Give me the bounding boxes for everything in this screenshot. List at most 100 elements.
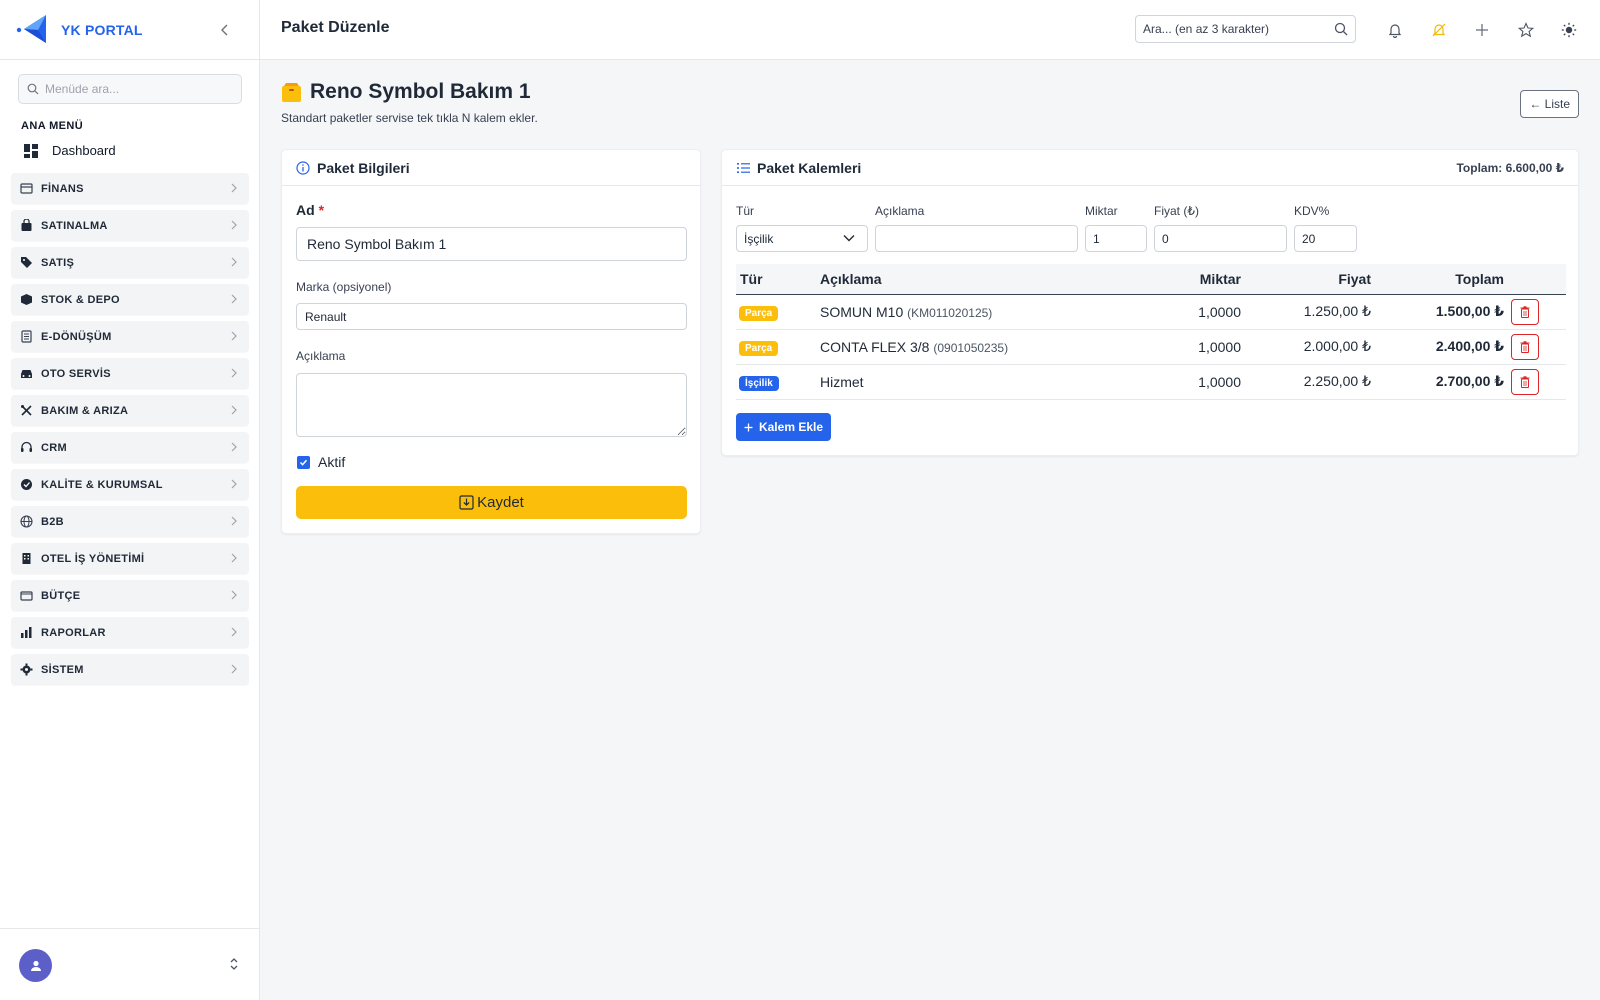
notifications-button[interactable] [1385,20,1405,40]
sidebar-item-label: KALİTE & KURUMSAL [41,478,163,491]
mute-notifications-button[interactable] [1429,20,1449,40]
column-header-total: Toplam [1371,264,1504,295]
bar-chart-icon [20,626,33,639]
sidebar-item-kalite-kurumsal[interactable]: KALİTE & KURUMSAL [11,469,249,500]
box-icon [20,293,33,306]
sidebar-item-sistem[interactable]: SİSTEM [11,654,249,685]
active-checkbox-row: Aktif [297,454,345,470]
chevron-right-icon [231,479,237,489]
card-header: Paket Bilgileri [282,150,700,186]
favorites-button[interactable] [1516,20,1536,40]
required-mark: * [318,202,325,218]
brand-label: Marka (opsiyonel) [296,280,392,294]
sidebar-item-bakim-ariza[interactable]: BAKIM & ARIZA [11,395,249,426]
save-button[interactable]: Kaydet [296,486,687,519]
search-icon[interactable] [1334,22,1348,36]
sidebar-menu: FİNANS SATINALMA SATIŞ STOK & DEPO E-DÖN… [11,173,249,691]
trash-icon [1520,305,1530,318]
vat-input[interactable] [1294,225,1357,252]
price-label: Fiyat (₺) [1154,204,1199,218]
sidebar-footer [0,928,259,1000]
sidebar-item-label: BÜTÇE [41,589,81,602]
gear-icon [20,663,33,676]
price-input[interactable] [1154,225,1287,252]
global-search-input[interactable] [1143,22,1323,36]
sidebar-item-stok-depo[interactable]: STOK & DEPO [11,284,249,315]
table-row: İşçilik Hizmet 1,0000 2.250,00 ₺ 2.700,0… [736,364,1566,400]
sidebar-item-otel-is-yonetimi[interactable]: OTEL İŞ YÖNETİMİ [11,543,249,574]
info-icon [296,160,310,175]
topbar: Paket Düzenle [260,0,1600,60]
card-title: Paket Kalemleri [757,159,862,176]
type-badge: İşçilik [739,375,779,391]
sidebar-item-dashboard[interactable]: Dashboard [24,143,116,158]
delete-item-button[interactable] [1511,368,1539,395]
plus-icon [744,423,753,431]
name-input[interactable] [296,227,687,261]
badge-check-icon [20,478,33,491]
quantity-input[interactable] [1085,225,1147,252]
brand-name: YK PORTAL [61,21,143,38]
delete-item-button[interactable] [1511,298,1539,325]
plus-icon [1476,24,1488,36]
item-quantity: 1,0000 [1121,294,1241,330]
sidebar: YK PORTAL ANA MENÜ Dashboard FİNANS SATI… [0,0,260,1000]
trash-icon [1520,375,1530,388]
brand: YK PORTAL [0,0,259,60]
add-button[interactable] [1472,20,1492,40]
chevron-left-icon [221,24,228,36]
theme-toggle-button[interactable] [1559,20,1579,40]
tag-icon [20,256,33,269]
sidebar-item-finans[interactable]: FİNANS [11,173,249,204]
add-item-button[interactable]: Kalem Ekle [736,413,831,441]
item-description: CONTA FLEX 3/8 [820,338,930,355]
sidebar-item-satinalma[interactable]: SATINALMA [11,210,249,241]
chevron-right-icon [231,590,237,600]
item-description-input[interactable] [875,225,1078,252]
item-total: 2.400,00 ₺ [1371,329,1504,365]
chevron-right-icon [231,294,237,304]
brand-input[interactable] [296,303,687,330]
collapse-sidebar-button[interactable] [215,20,235,40]
table-row: Parça SOMUN M10 (KM011020125) 1,0000 1.2… [736,294,1566,330]
save-label: Kaydet [477,494,524,511]
document-icon [20,330,33,343]
sidebar-item-label: OTEL İŞ YÖNETİMİ [41,552,145,565]
header-title: Paket Düzenle [281,19,390,36]
sidebar-item-e-donusum[interactable]: E-DÖNÜŞÜM [11,321,249,352]
name-label-text: Ad [296,202,315,218]
tools-icon [20,404,33,417]
check-icon [299,459,308,466]
type-select[interactable]: İşçilik [736,225,868,252]
sidebar-item-oto-servis[interactable]: OTO SERVİS [11,358,249,389]
sidebar-item-crm[interactable]: CRM [11,432,249,463]
dashboard-icon [24,143,38,158]
globe-icon [20,515,33,528]
sidebar-item-label: BAKIM & ARIZA [41,404,129,417]
avatar[interactable] [19,949,52,982]
sidebar-item-b2b[interactable]: B2B [11,506,249,537]
item-price: 2.000,00 ₺ [1241,329,1371,365]
description-textarea[interactable] [296,373,687,437]
item-quantity: 1,0000 [1121,364,1241,400]
sidebar-item-label: SATINALMA [41,219,108,232]
save-icon [459,495,474,510]
page-heading: Reno Symbol Bakım 1 Standart paketler se… [281,80,538,125]
sidebar-item-raporlar[interactable]: RAPORLAR [11,617,249,648]
active-checkbox[interactable] [297,455,310,469]
trash-icon [1520,340,1530,353]
menu-search-input[interactable] [45,82,225,96]
star-icon [1518,22,1534,38]
chevron-up-down-icon[interactable] [229,957,239,971]
chevron-right-icon [231,664,237,674]
delete-item-button[interactable] [1511,333,1539,360]
back-to-list-button[interactable]: ← Liste [1520,90,1579,118]
sidebar-item-butce[interactable]: BÜTÇE [11,580,249,611]
package-info-card: Paket Bilgileri Ad * Marka (opsiyonel) A… [281,149,701,534]
sidebar-item-label: CRM [41,441,67,454]
bag-icon [20,219,33,232]
table-row: Parça CONTA FLEX 3/8 (0901050235) 1,0000… [736,329,1566,365]
sidebar-item-satis[interactable]: SATIŞ [11,247,249,278]
sidebar-item-label: STOK & DEPO [41,293,120,306]
items-table: Tür Açıklama Miktar Fiyat Toplam Parça S… [736,264,1566,400]
